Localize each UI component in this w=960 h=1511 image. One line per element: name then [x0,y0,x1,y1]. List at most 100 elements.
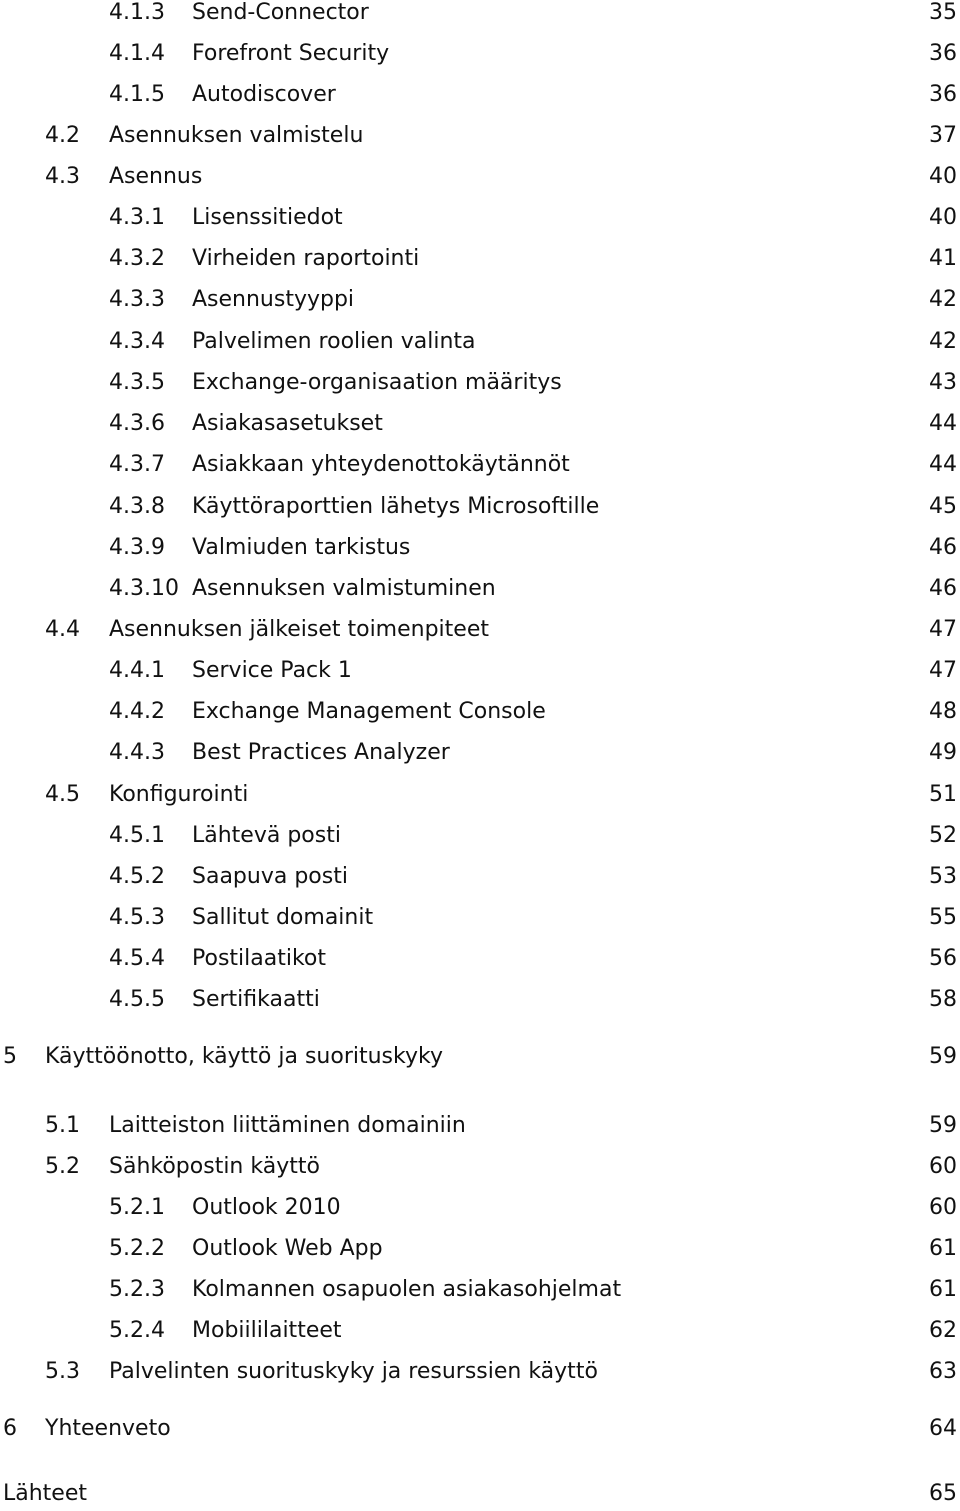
toc-entry-title: Asennuksen jälkeiset toimenpiteet [109,617,489,642]
toc-entry[interactable]: 4.4.1 Service Pack 1 47 [0,654,960,688]
toc-entry-number: 5.2.2 [109,1236,165,1261]
toc-entry-page-number: 45 [929,494,957,519]
toc-entry-number: 4.3.1 [109,205,165,230]
toc-entry-page-number: 63 [929,1359,957,1384]
toc-entry[interactable]: 4.3.1 Lisenssitiedot 40 [0,201,960,235]
toc-entry[interactable]: 4.3 Asennus 40 [0,160,960,194]
table-of-contents: 4.1.3 Send-Connector 35 4.1.4 Forefront Secu… [0,0,960,1509]
toc-entry-title: Outlook Web App [192,1236,383,1261]
toc-entry[interactable]: 4.3.6 Asiakasasetukset 44 [0,407,960,441]
toc-entry-title: Asennuksen valmistuminen [192,576,496,601]
toc-entry-title: Lisenssitiedot [192,205,343,230]
toc-entry[interactable]: 4.5.1 Lähtevä posti 52 [0,819,960,853]
toc-entry-title: Saapuva posti [192,864,348,889]
toc-entry[interactable]: 4.3.5 Exchange-organisaation määritys 43 [0,366,960,400]
toc-entry-title: Virheiden raportointi [192,246,420,271]
toc-entry-title: Lähtevä posti [192,823,341,848]
toc-entry-number: 4.4.1 [109,658,165,683]
toc-entry[interactable]: Lähteet 65 [0,1477,960,1511]
toc-entry-number: 5.1 [45,1113,80,1138]
toc-entry-page-number: 37 [929,123,957,148]
toc-entry-page-number: 60 [929,1154,957,1179]
toc-entry[interactable]: 4.3.7 Asiakkaan yhteydenottokäytännöt 44 [0,448,960,482]
toc-entry-number: 4.5.5 [109,987,165,1012]
toc-entry-number: 4.4.2 [109,699,165,724]
toc-entry-number: 4.3.9 [109,535,165,560]
toc-entry-page-number: 42 [929,287,957,312]
toc-entry[interactable]: 5.2 Sähköpostin käyttö 60 [0,1150,960,1184]
toc-entry[interactable]: 5.1 Laitteiston liittäminen domainiin 59 [0,1109,960,1143]
toc-entry-title: Mobiililaitteet [192,1318,342,1343]
toc-entry-page-number: 36 [929,41,957,66]
toc-entry-number: 4.3.2 [109,246,165,271]
toc-entry-page-number: 60 [929,1195,957,1220]
toc-entry-page-number: 65 [929,1481,957,1506]
toc-entry-page-number: 62 [929,1318,957,1343]
toc-entry-page-number: 42 [929,329,957,354]
toc-entry[interactable]: 4.3.10 Asennuksen valmistuminen 46 [0,572,960,606]
toc-entry[interactable]: 4.4.3 Best Practices Analyzer 49 [0,736,960,770]
toc-entry[interactable]: 4.1.4 Forefront Security 36 [0,37,960,71]
toc-entry[interactable]: 5.2.1 Outlook 2010 60 [0,1191,960,1225]
toc-entry[interactable]: 4.4.2 Exchange Management Console 48 [0,695,960,729]
toc-entry-title: Best Practices Analyzer [192,740,450,765]
toc-entry-number: 4.4 [45,617,80,642]
toc-entry-title: Exchange Management Console [192,699,546,724]
toc-entry[interactable]: 4.5 Konfigurointi 51 [0,778,960,812]
toc-entry-title: Send-Connector [192,0,369,25]
toc-entry[interactable]: 6 Yhteenveto 64 [0,1412,960,1446]
toc-entry-title: Postilaatikot [192,946,326,971]
toc-entry-number: 4.3.4 [109,329,165,354]
toc-entry[interactable]: 5.2.3 Kolmannen osapuolen asiakasohjelmat… [0,1273,960,1307]
toc-entry[interactable]: 4.5.4 Postilaatikot 56 [0,942,960,976]
toc-entry-page-number: 61 [929,1236,957,1261]
toc-entry[interactable]: 4.1.3 Send-Connector 35 [0,0,960,30]
toc-entry-number: 4.5.3 [109,905,165,930]
toc-entry-number: 4.5 [45,782,80,807]
toc-entry-number: 5.2.4 [109,1318,165,1343]
toc-entry-page-number: 43 [929,370,957,395]
toc-entry[interactable]: 4.3.4 Palvelimen roolien valinta 42 [0,325,960,359]
toc-entry[interactable]: 5.2.4 Mobiililaitteet 62 [0,1314,960,1348]
toc-entry-page-number: 36 [929,82,957,107]
toc-entry-number: 4.4.3 [109,740,165,765]
toc-entry[interactable]: 4.3.3 Asennustyyppi 42 [0,283,960,317]
toc-entry[interactable]: 4.1.5 Autodiscover 36 [0,78,960,112]
toc-entry-title: Asiakkaan yhteydenottokäytännöt [192,452,570,477]
toc-entry[interactable]: 5 Käyttöönotto, käyttö ja suorituskyky 59 [0,1040,960,1074]
toc-entry-title: Autodiscover [192,82,336,107]
toc-entry[interactable]: 4.5.3 Sallitut domainit 55 [0,901,960,935]
toc-entry-title: Palvelinten suorituskyky ja resurssien k… [109,1359,598,1384]
toc-entry-number: 4.3.7 [109,452,165,477]
toc-entry-title: Lähteet [3,1481,88,1506]
toc-entry-title: Asiakasasetukset [192,411,383,436]
toc-entry[interactable]: 4.5.5 Sertifikaatti 58 [0,983,960,1017]
toc-entry-title: Outlook 2010 [192,1195,341,1220]
toc-entry-number: 5.2.1 [109,1195,165,1220]
toc-entry-title: Exchange-organisaation määritys [192,370,562,395]
toc-entry-number: 5.2 [45,1154,80,1179]
toc-entry-number: 5 [3,1044,17,1069]
toc-entry[interactable]: 4.5.2 Saapuva posti 53 [0,860,960,894]
toc-entry-page-number: 56 [929,946,957,971]
toc-entry-number: 5.3 [45,1359,80,1384]
toc-entry[interactable]: 4.3.9 Valmiuden tarkistus 46 [0,531,960,565]
toc-entry-number: 4.5.2 [109,864,165,889]
toc-entry-page-number: 40 [929,164,957,189]
toc-entry-title: Asennuksen valmistelu [109,123,364,148]
toc-entry-number: 4.3.3 [109,287,165,312]
toc-entry[interactable]: 4.3.2 Virheiden raportointi 41 [0,242,960,276]
toc-entry-number: 4.2 [45,123,80,148]
toc-entry-page-number: 61 [929,1277,957,1302]
toc-entry[interactable]: 4.4 Asennuksen jälkeiset toimenpiteet 47 [0,613,960,647]
toc-entry-number: 4.3.10 [109,576,179,601]
toc-entry[interactable]: 4.2 Asennuksen valmistelu 37 [0,119,960,153]
toc-entry-title: Kolmannen osapuolen asiakasohjelmat [192,1277,622,1302]
toc-entry-number: 4.5.1 [109,823,165,848]
toc-entry-title: Yhteenveto [45,1416,171,1441]
toc-entry-title: Asennustyyppi [192,287,355,312]
toc-entry[interactable]: 5.2.2 Outlook Web App 61 [0,1232,960,1266]
toc-entry-page-number: 64 [929,1416,957,1441]
toc-entry[interactable]: 4.3.8 Käyttöraporttien lähetys Microsofti… [0,490,960,524]
toc-entry[interactable]: 5.3 Palvelinten suorituskyky ja resurssie… [0,1355,960,1389]
